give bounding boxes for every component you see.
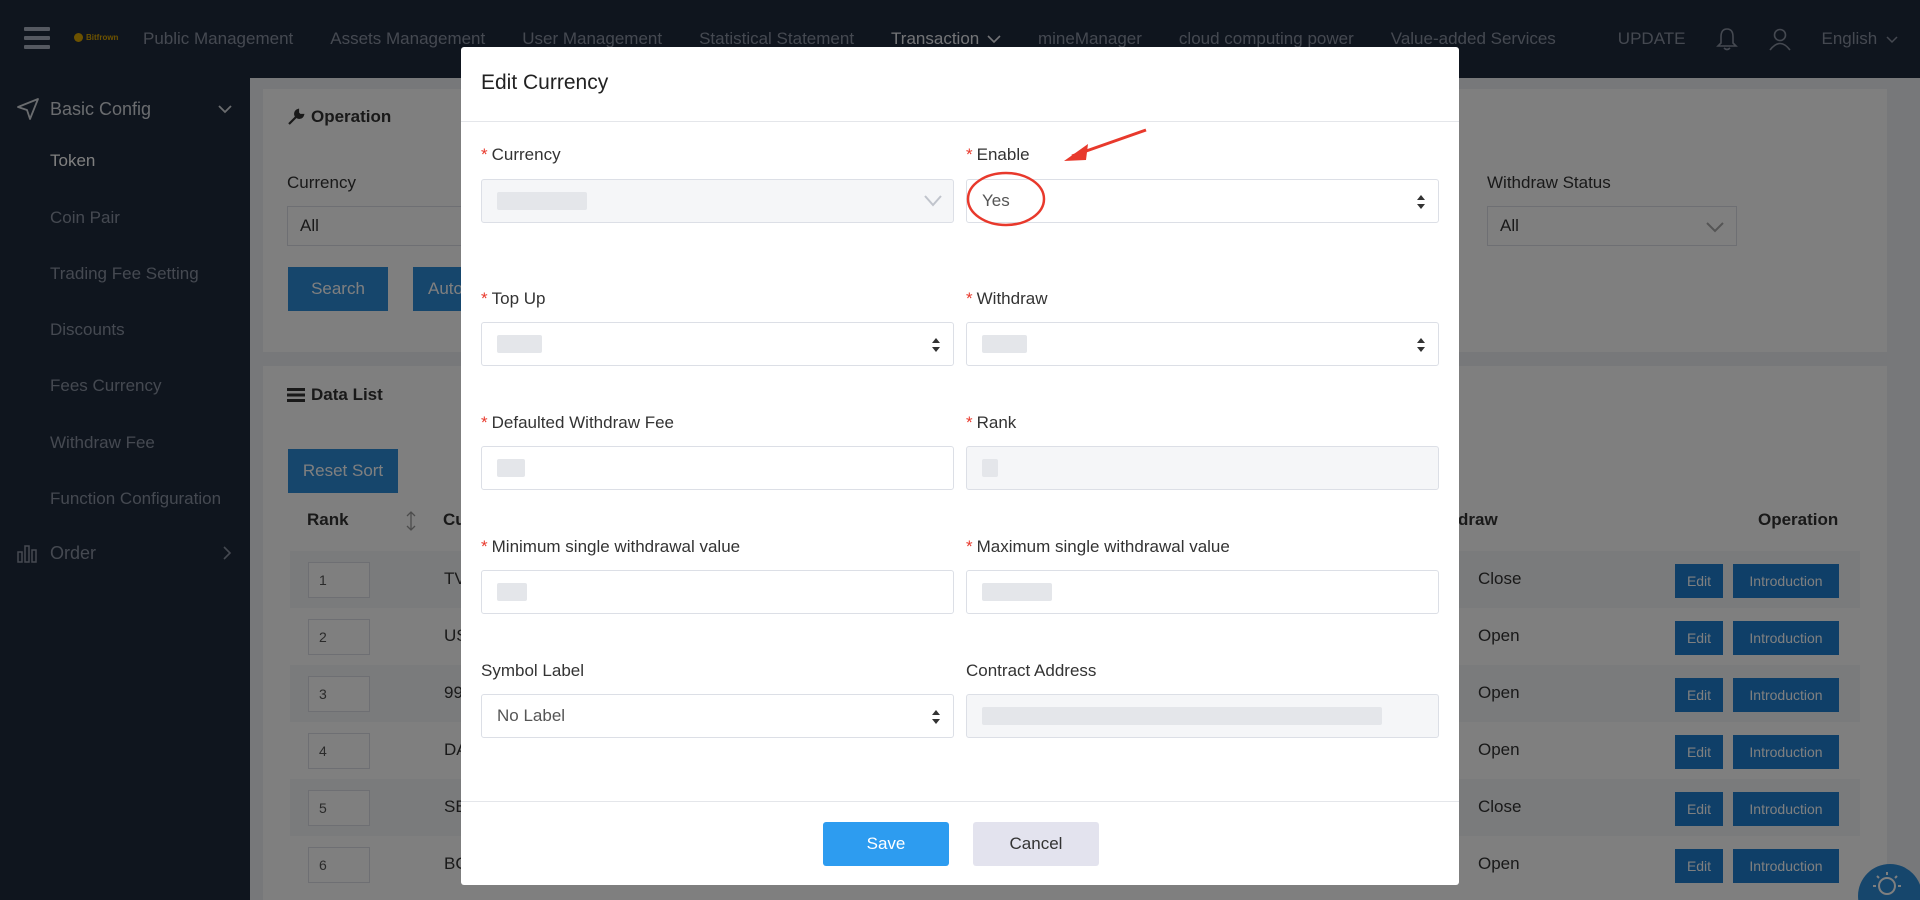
required-mark: * — [481, 537, 488, 556]
redacted-value — [982, 459, 998, 477]
enable-select[interactable]: Yes — [966, 179, 1439, 223]
currency-field-label: * Currency — [481, 145, 561, 165]
enable-field-label: * Enable — [966, 145, 1030, 165]
save-button[interactable]: Save — [823, 822, 949, 866]
contract-address-input[interactable] — [966, 694, 1439, 738]
rank-input[interactable] — [966, 446, 1439, 490]
default-withdraw-fee-label-text: Defaulted Withdraw Fee — [491, 413, 674, 432]
symbol-label-select[interactable]: No Label — [481, 694, 954, 738]
withdraw-select[interactable] — [966, 322, 1439, 366]
top-up-select[interactable] — [481, 322, 954, 366]
redacted-value — [497, 192, 587, 210]
top-up-field-label: * Top Up — [481, 289, 546, 309]
required-mark: * — [966, 289, 973, 308]
redacted-value — [982, 583, 1052, 601]
redacted-value — [497, 335, 542, 353]
required-mark: * — [481, 145, 488, 164]
required-mark: * — [966, 145, 973, 164]
withdraw-field-label-text: Withdraw — [976, 289, 1048, 308]
enable-select-value: Yes — [982, 191, 1010, 210]
required-mark: * — [966, 537, 973, 556]
cancel-button[interactable]: Cancel — [973, 822, 1099, 866]
contract-address-label: Contract Address — [966, 661, 1097, 680]
rank-field-label-text: Rank — [976, 413, 1017, 432]
required-mark: * — [481, 289, 488, 308]
select-arrows-icon — [1417, 338, 1425, 352]
modal-header-divider — [461, 121, 1459, 122]
edit-currency-modal: Edit Currency * Currency * Enable Yes * Top… — [461, 47, 1459, 885]
symbol-label-value: No Label — [497, 706, 566, 725]
redacted-value — [982, 707, 1382, 725]
min-withdrawal-input[interactable] — [481, 570, 954, 614]
redacted-value — [982, 335, 1027, 353]
enable-field-label-text: Enable — [976, 145, 1030, 164]
select-arrows-icon — [932, 710, 940, 724]
withdraw-field-label: * Withdraw — [966, 289, 1047, 309]
default-withdraw-fee-label: * Defaulted Withdraw Fee — [481, 413, 674, 433]
currency-select[interactable] — [481, 179, 954, 223]
select-arrows-icon — [932, 338, 940, 352]
symbol-label-field-label: Symbol Label — [481, 661, 585, 680]
redacted-value — [497, 459, 525, 477]
max-withdrawal-label: * Maximum single withdrawal value — [966, 537, 1230, 557]
rank-field-label: * Rank — [966, 413, 1016, 433]
max-withdrawal-label-text: Maximum single withdrawal value — [976, 537, 1230, 556]
min-withdrawal-label-text: Minimum single withdrawal value — [491, 537, 741, 556]
modal-footer-divider — [461, 801, 1459, 802]
required-mark: * — [966, 413, 973, 432]
chevron-down-icon — [924, 195, 942, 207]
select-arrows-icon — [1417, 195, 1425, 209]
redacted-value — [497, 583, 527, 601]
required-mark: * — [481, 413, 488, 432]
currency-field-label-text: Currency — [491, 145, 561, 164]
modal-title: Edit Currency — [481, 71, 609, 94]
min-withdrawal-label: * Minimum single withdrawal value — [481, 537, 740, 557]
top-up-field-label-text: Top Up — [491, 289, 546, 308]
max-withdrawal-input[interactable] — [966, 570, 1439, 614]
default-withdraw-fee-input[interactable] — [481, 446, 954, 490]
